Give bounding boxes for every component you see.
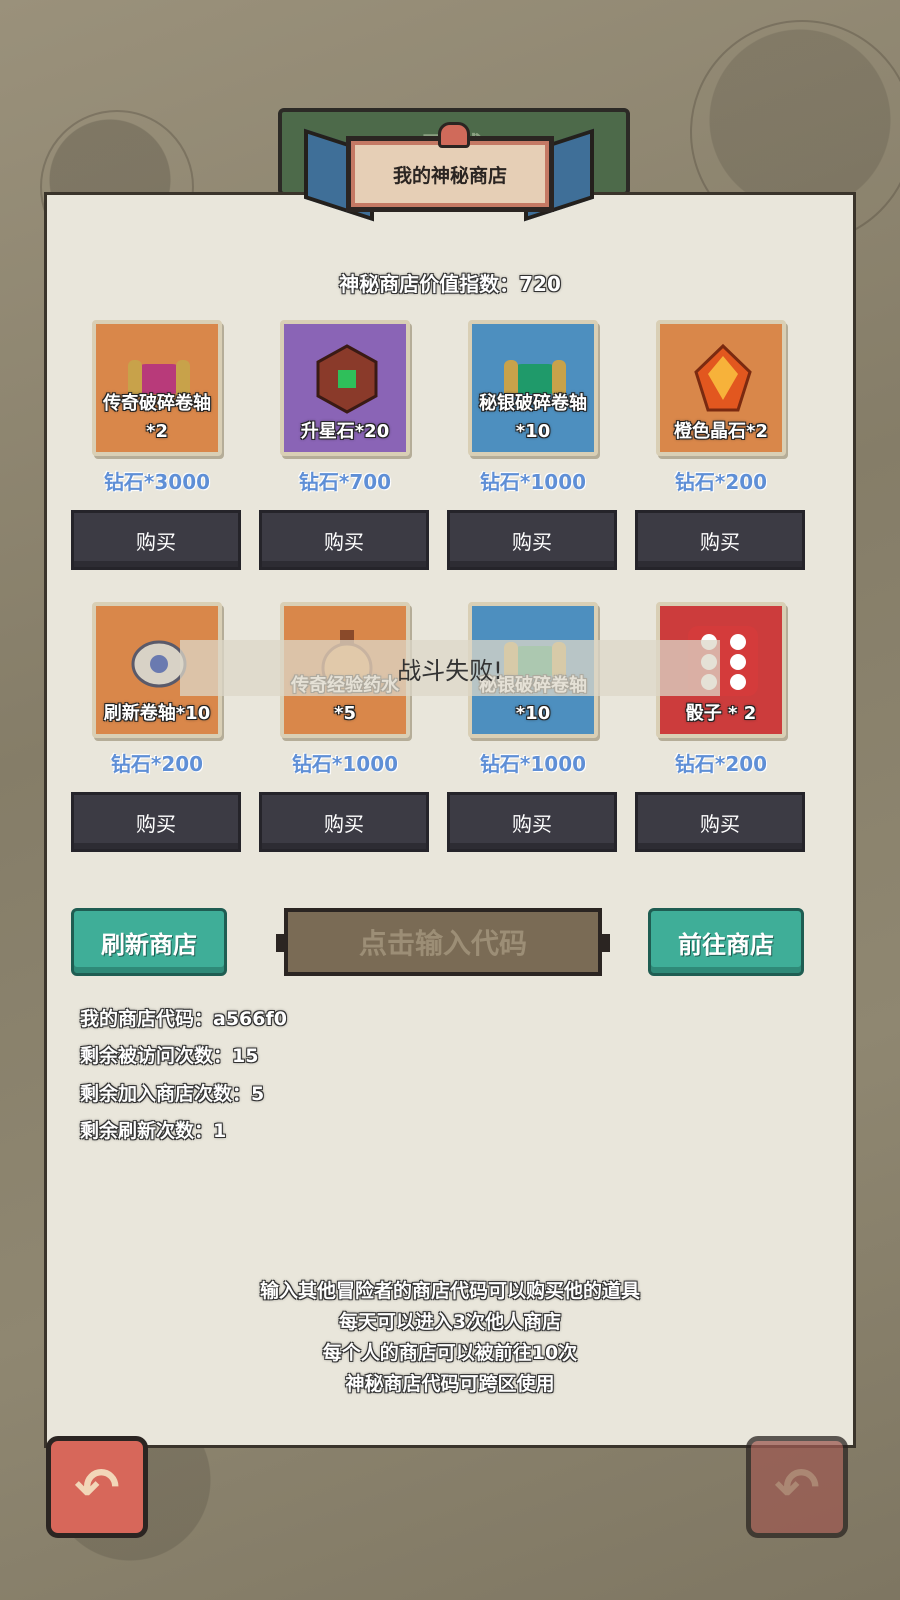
item-card[interactable]: 升星石*20 [280,320,410,456]
joins-left: 剩余加入商店次数：5 [80,1083,265,1105]
buy-button[interactable]: 购买 [259,510,429,570]
buy-button[interactable]: 购买 [259,792,429,852]
item-name: 升星石*20 [300,421,390,442]
item-price: 钻石*200 [674,470,768,494]
item-name: 骰子 * 2 [685,703,757,724]
item-name: 橙色晶石*2 [674,421,768,442]
item-price: 钻石*3000 [103,470,211,494]
note-line: 每个人的商店可以被前往10次 [322,1342,578,1364]
title-gem-icon [438,122,470,148]
battle-failed-toast: 战斗失败! [180,640,720,696]
goto-shop-button[interactable]: 前往商店 [648,908,804,976]
my-shop-code: 我的商店代码：a566f0 [80,1008,287,1030]
refresh-left: 剩余刷新次数：1 [80,1120,227,1142]
item-name: 传奇破碎卷轴*2 [103,393,211,442]
item-name: 刷新卷轴*10 [103,703,211,724]
refresh-shop-button[interactable]: 刷新商店 [71,908,227,976]
item-price: 钻石*1000 [291,752,399,776]
back-button[interactable]: ↶ [46,1436,148,1538]
visits-left: 剩余被访问次数：15 [80,1045,259,1067]
buy-button[interactable]: 购买 [447,510,617,570]
item-price: 钻石*700 [298,470,392,494]
item-name: 秘银破碎卷轴*10 [479,393,587,442]
page-title: 我的神秘商店 [392,164,507,187]
item-card[interactable]: 橙色晶石*2 [656,320,786,456]
back-arrow-icon: ↶ [774,1455,820,1519]
shop-code-input[interactable]: 点击输入代码 [276,908,610,976]
crystal-icon [686,342,760,416]
back-button-disabled[interactable]: ↶ [746,1436,848,1538]
star-stone-icon [310,342,384,416]
note-line: 每天可以进入3次他人商店 [338,1311,562,1333]
note-line: 神秘商店代码可跨区使用 [345,1373,555,1395]
item-price: 钻石*1000 [479,752,587,776]
back-arrow-icon: ↶ [74,1455,120,1519]
item-price: 钻石*1000 [479,470,587,494]
note-line: 输入其他冒险者的商店代码可以购买他的道具 [259,1280,640,1302]
item-card[interactable]: 传奇破碎卷轴*2 [92,320,222,456]
shop-value-index: 神秘商店价值指数：720 [339,272,561,296]
buy-button[interactable]: 购买 [635,792,805,852]
item-card[interactable]: 秘银破碎卷轴*10 [468,320,598,456]
buy-button[interactable]: 购买 [635,510,805,570]
buy-button[interactable]: 购买 [447,792,617,852]
buy-button[interactable]: 购买 [71,510,241,570]
buy-button[interactable]: 购买 [71,792,241,852]
item-price: 钻石*200 [674,752,768,776]
item-price: 钻石*200 [110,752,204,776]
